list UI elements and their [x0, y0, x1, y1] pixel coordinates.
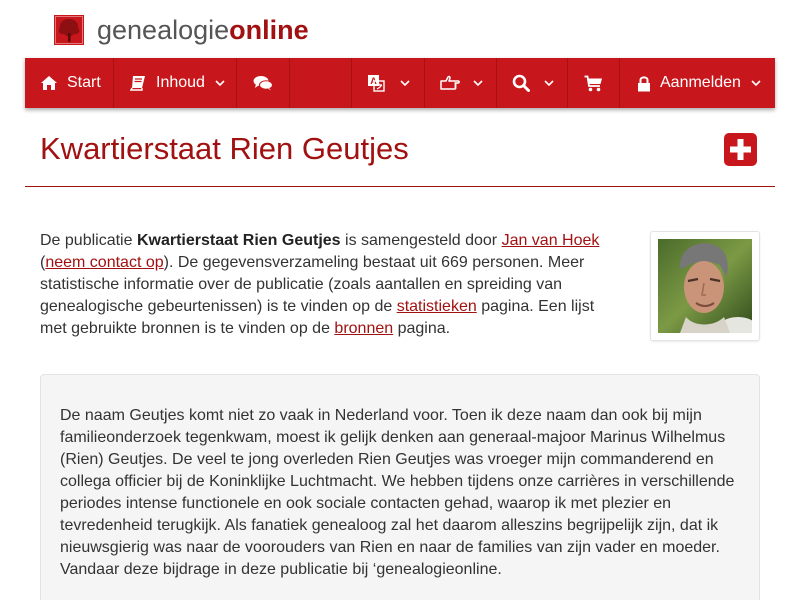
statistics-link[interactable]: statistieken: [397, 298, 477, 315]
intro-text: is samengesteld door: [340, 232, 502, 249]
nav-start[interactable]: Start: [25, 58, 114, 108]
nav-cart[interactable]: [568, 58, 620, 108]
nav-search[interactable]: [497, 58, 568, 108]
main-nav: Start Inhoud A Aanmelden: [25, 58, 775, 108]
nav-inhoud-label: Inhoud: [156, 74, 205, 91]
hand-pointing-icon: [440, 75, 460, 90]
tree-icon: [54, 15, 84, 45]
plus-icon: [730, 139, 751, 160]
chevron-down-icon: [400, 79, 410, 86]
author-portrait-image: [658, 239, 752, 333]
chevron-down-icon: [473, 79, 483, 86]
nav-spacer: [290, 58, 352, 108]
chevron-down-icon: [215, 79, 225, 86]
publication-name: Kwartierstaat Rien Geutjes: [136, 232, 341, 249]
brand-part2: online: [229, 14, 309, 45]
site-logo[interactable]: genealogieonline: [54, 15, 309, 45]
author-photo[interactable]: [650, 231, 760, 341]
nav-forum[interactable]: [237, 58, 290, 108]
description-text: De naam Geutjes komt niet zo vaak in Ned…: [60, 407, 735, 578]
chevron-down-icon: [544, 79, 554, 86]
author-link[interactable]: Jan van Hoek: [502, 232, 600, 249]
translate-icon: A: [368, 75, 385, 92]
nav-login[interactable]: Aanmelden: [620, 58, 775, 108]
title-row: Kwartierstaat Rien Geutjes: [25, 122, 775, 187]
brand-part1: genealogie: [97, 14, 230, 45]
lock-icon: [638, 75, 650, 91]
page-title: Kwartierstaat Rien Geutjes: [40, 131, 409, 166]
intro-text: De publicatie: [40, 232, 137, 249]
home-icon: [41, 76, 57, 90]
book-icon: [130, 76, 145, 91]
nav-start-label: Start: [67, 74, 101, 91]
add-button[interactable]: [724, 133, 757, 166]
description-box: De naam Geutjes komt niet zo vaak in Ned…: [40, 374, 760, 600]
nav-login-label: Aanmelden: [660, 74, 741, 91]
chevron-down-icon: [751, 79, 761, 86]
intro-paragraph: De publicatie Kwartierstaat Rien Geutjes…: [40, 230, 610, 340]
contact-link[interactable]: neem contact op: [45, 254, 163, 271]
nav-share[interactable]: [425, 58, 497, 108]
site-wordmark: genealogieonline: [97, 15, 309, 46]
nav-language[interactable]: A: [352, 58, 425, 108]
search-icon: [512, 74, 530, 92]
nav-inhoud[interactable]: Inhoud: [114, 58, 237, 108]
intro-text: pagina.: [393, 320, 451, 337]
shopping-cart-icon: [584, 75, 602, 91]
comments-icon: [253, 76, 273, 91]
sources-link[interactable]: bronnen: [334, 320, 393, 337]
